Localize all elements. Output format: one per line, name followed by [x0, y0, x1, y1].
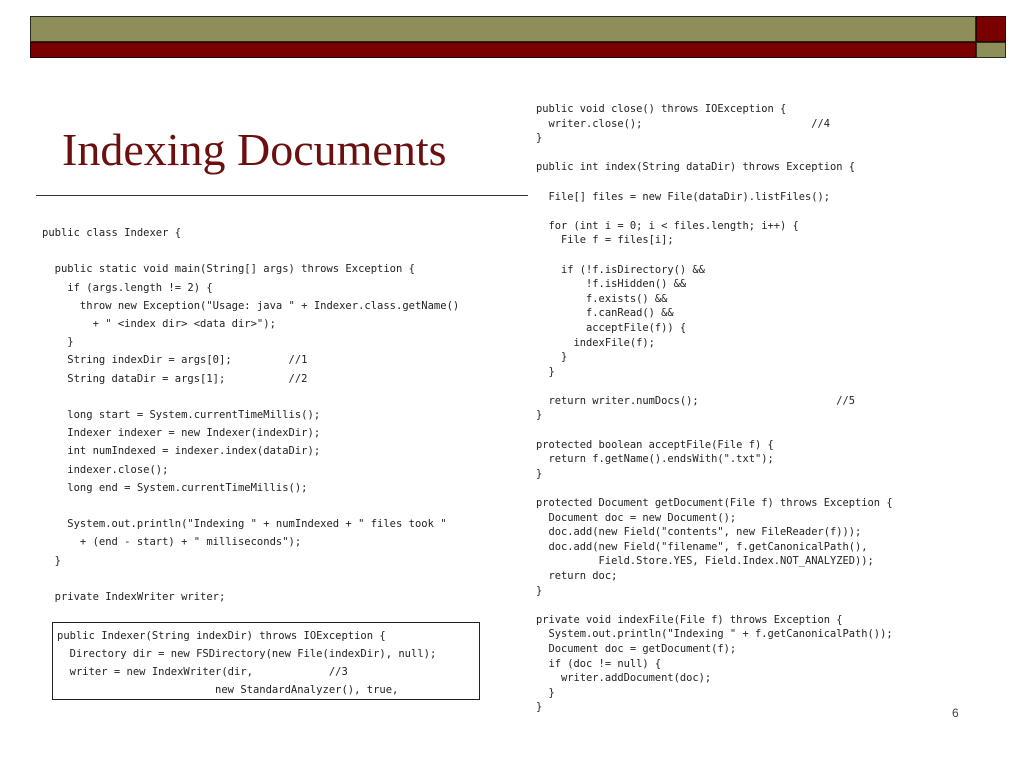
header-maroon-band: [30, 42, 976, 58]
code-block-indexer-methods: public void close() throws IOException {…: [536, 103, 893, 714]
header-olive-square: [976, 42, 1006, 58]
header-decoration: [30, 16, 1006, 58]
code-block-constructor: public Indexer(String indexDir) throws I…: [57, 630, 437, 696]
title-divider: [36, 195, 528, 196]
highlighted-code-box: public Indexer(String indexDir) throws I…: [52, 622, 480, 700]
page-number: 6: [952, 706, 959, 720]
slide-title: Indexing Documents: [62, 124, 447, 175]
header-maroon-square: [976, 16, 1006, 42]
header-olive-band: [30, 16, 976, 42]
code-block-indexer-main: public class Indexer { public static voi…: [42, 227, 460, 604]
